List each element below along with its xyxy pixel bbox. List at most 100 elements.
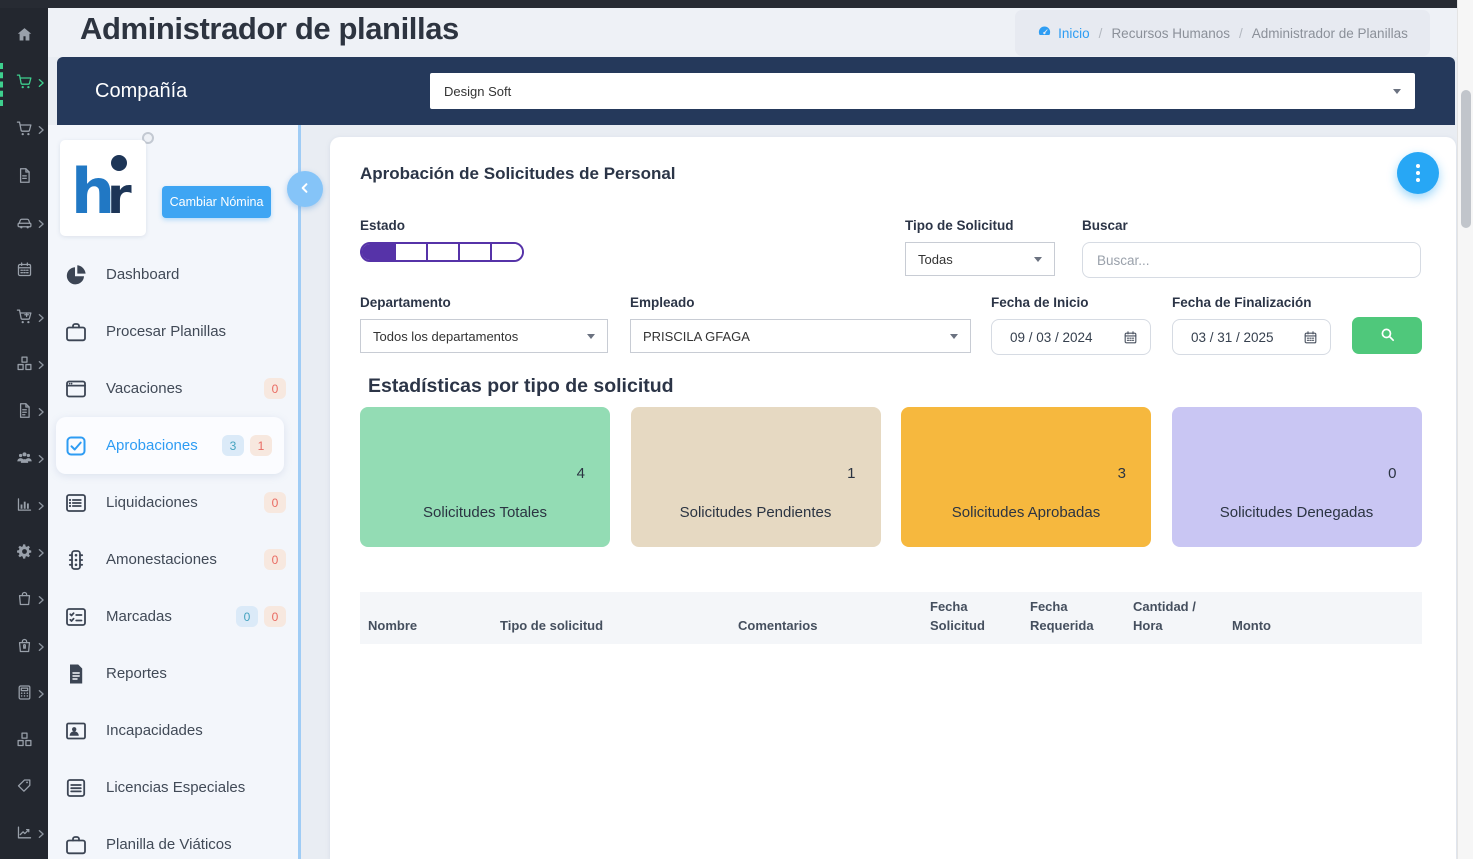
icon-rail (0, 0, 48, 859)
sidebar-menu-item[interactable]: Licencias Especiales (48, 759, 298, 816)
estado-label: Estado (360, 218, 405, 233)
rail-item[interactable] (0, 436, 48, 483)
rail-item[interactable] (0, 249, 48, 296)
menu-item-badges: 00 (236, 606, 286, 627)
user-list-icon (1207, 443, 1242, 478)
estado-option[interactable] (394, 244, 426, 260)
rail-item[interactable] (0, 14, 48, 61)
search-input[interactable] (1082, 242, 1421, 278)
shopping-bag-icon (16, 590, 33, 612)
table-column-header: Comentarios (730, 592, 922, 644)
company-label: Compañía (95, 57, 187, 125)
rail-item[interactable] (0, 202, 48, 249)
rail-item[interactable] (0, 296, 48, 343)
chevron-left-icon (298, 181, 312, 198)
rail-item[interactable] (0, 577, 48, 624)
list-alt-icon (64, 491, 88, 515)
table-column-header: Cantidad /Hora (1125, 592, 1224, 644)
top-border-strip (0, 0, 1457, 8)
rail-item[interactable] (0, 718, 48, 765)
sidebar-menu-item[interactable]: Reportes (48, 645, 298, 702)
company-select[interactable]: Design Soft (430, 73, 1415, 109)
sidebar-menu-item[interactable]: Vacaciones 0 (48, 360, 298, 417)
sidebar-menu-item[interactable]: Marcadas 00 (48, 588, 298, 645)
vertical-scrollbar[interactable] (1457, 0, 1473, 859)
scrollbar-thumb[interactable] (1461, 90, 1471, 228)
menu-badge: 0 (264, 492, 286, 513)
chart-bar-icon (16, 496, 33, 518)
sidebar-menu-item[interactable]: Incapacidades (48, 702, 298, 759)
cubes-icon (16, 355, 33, 377)
chevron-right-icon (36, 404, 46, 422)
rail-item[interactable] (0, 155, 48, 202)
fecha-fin-input[interactable]: 03 / 31 / 2025 (1172, 319, 1331, 355)
table-column-header: Monto (1224, 592, 1422, 644)
rail-item[interactable] (0, 343, 48, 390)
sidebar-menu-item[interactable]: Liquidaciones 0 (48, 474, 298, 531)
stats-heading: Estadísticas por tipo de solicitud (368, 375, 674, 398)
fecha-inicio-label: Fecha de Inicio (991, 295, 1089, 310)
table-header-row: NombreTipo de solicitudComentariosFechaS… (360, 592, 1422, 644)
table-column-header: FechaRequerida (1022, 592, 1125, 644)
breadcrumb-home-link[interactable]: Inicio (1037, 24, 1090, 42)
chevron-right-icon (36, 122, 46, 140)
fecha-fin-label: Fecha de Finalización (1172, 295, 1312, 310)
empleado-select[interactable]: PRISCILA GFAGA (630, 319, 971, 353)
estado-option[interactable] (458, 244, 490, 260)
stat-value: 3 (1118, 465, 1126, 482)
sidebar-menu-item[interactable]: Procesar Planillas (48, 303, 298, 360)
sidebar: h r Cambiar Nómina Dashboard Procesar Pl… (48, 125, 298, 859)
fecha-inicio-input[interactable]: 09 / 03 / 2024 (991, 319, 1151, 355)
tag-icon (16, 777, 33, 799)
departamento-label: Departamento (360, 295, 451, 310)
rail-item[interactable] (0, 624, 48, 671)
sidebar-menu-item[interactable]: Planilla de Viáticos (48, 816, 298, 859)
window-icon (64, 377, 88, 401)
search-button[interactable] (1352, 317, 1422, 354)
menu-item-badges: 0 (264, 378, 286, 399)
chevron-right-icon (36, 451, 46, 469)
chevron-right-icon (36, 592, 46, 610)
rail-item[interactable] (0, 390, 48, 437)
logo-card: h r (60, 140, 146, 236)
menu-badge: 0 (264, 549, 286, 570)
departamento-select[interactable]: Todos los departamentos (360, 319, 608, 353)
calendar-icon (1123, 330, 1138, 345)
rail-item[interactable] (0, 483, 48, 530)
caret-down-icon (587, 334, 595, 339)
sidebar-menu-item[interactable]: Amonestaciones 0 (48, 531, 298, 588)
estado-option[interactable] (362, 244, 394, 260)
caret-down-icon (950, 334, 958, 339)
users-icon (16, 449, 33, 471)
stat-card: 3 Solicitudes Aprobadas (901, 407, 1151, 547)
home-icon (16, 26, 33, 48)
estado-option[interactable] (490, 244, 522, 260)
svg-text:r: r (107, 167, 132, 225)
sidebar-collapse-button[interactable] (287, 171, 323, 207)
rail-item[interactable] (0, 61, 48, 108)
approvals-panel: Aprobación de Solicitudes de Personal Es… (330, 137, 1456, 859)
tasks-icon (64, 605, 88, 629)
table-column-header: FechaSolicitud (922, 592, 1022, 644)
sidebar-menu-item[interactable]: Aprobaciones 31 (56, 417, 284, 474)
sidebar-menu-item[interactable]: Dashboard (48, 246, 298, 303)
estado-option[interactable] (426, 244, 458, 260)
hr-logo: h r (71, 151, 135, 225)
breadcrumb-item-rrhh[interactable]: Recursos Humanos (1111, 26, 1230, 41)
change-payroll-button[interactable]: Cambiar Nómina (162, 186, 271, 218)
rail-item[interactable] (0, 530, 48, 577)
gear-icon (16, 543, 33, 565)
stat-value: 0 (1388, 465, 1396, 482)
chevron-right-icon (36, 75, 46, 93)
stat-value: 4 (577, 465, 585, 482)
rail-item[interactable] (0, 671, 48, 718)
rail-item[interactable] (0, 108, 48, 155)
check-square-icon (64, 434, 88, 458)
stat-label: Solicitudes Pendientes (631, 504, 881, 521)
tipo-solicitud-select[interactable]: Todas (905, 242, 1055, 276)
panel-actions-button[interactable] (1397, 152, 1439, 194)
rail-item[interactable] (0, 812, 48, 859)
payroll-admin-app: Administrador de planillas Inicio / Recu… (0, 0, 1473, 859)
rail-item[interactable] (0, 765, 48, 812)
menu-badge: 0 (236, 606, 258, 627)
